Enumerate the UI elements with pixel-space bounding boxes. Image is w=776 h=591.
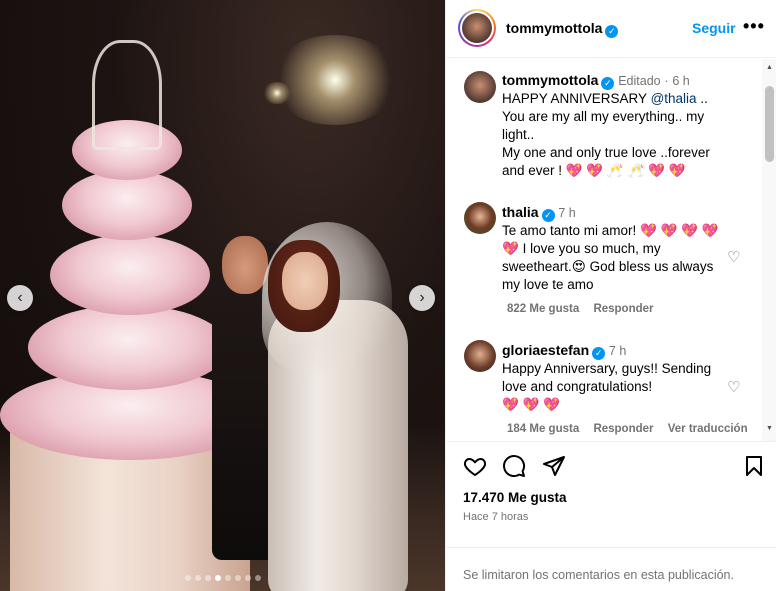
- carousel-dot: [214, 575, 221, 581]
- cake-topper: [92, 40, 162, 150]
- caption-avatar[interactable]: [464, 71, 496, 103]
- like-comment-heart-icon[interactable]: ♡: [727, 248, 743, 266]
- comment-avatar[interactable]: [464, 202, 496, 234]
- comment: gloriaestefan ✓ 7 h Happy Anniversary, gu…: [502, 342, 712, 412]
- caption-username[interactable]: tommymottola: [502, 72, 598, 88]
- reply-button[interactable]: Responder: [593, 423, 653, 435]
- verified-badge-icon: ✓: [541, 209, 555, 222]
- author-avatar[interactable]: [458, 9, 496, 47]
- post-photo: ‹ ›: [0, 0, 445, 591]
- carousel-dot: [254, 575, 261, 581]
- verified-badge-icon: ✓: [592, 347, 606, 360]
- translate-button[interactable]: Ver traducción: [668, 423, 748, 435]
- comment-username[interactable]: thalia: [502, 204, 539, 220]
- carousel-prev-button[interactable]: ‹: [7, 285, 33, 311]
- groom-head: [222, 236, 268, 294]
- light-glow-2: [262, 82, 292, 104]
- cake-tier: [50, 235, 210, 315]
- carousel-dot: [204, 575, 211, 581]
- post-header: tommymottola ✓ Seguir •••: [446, 0, 776, 58]
- caption-line: You are my all my everything.. my light.…: [502, 109, 705, 142]
- chevron-right-icon: ›: [419, 289, 425, 306]
- comment-actions: 184 Me gusta Responder Ver traducción: [507, 423, 759, 435]
- carousel-dot: [244, 575, 251, 581]
- comment-time: 7 h: [608, 344, 627, 358]
- scrollbar-thumb[interactable]: [765, 86, 774, 162]
- reply-button[interactable]: Responder: [593, 303, 653, 315]
- post-sidebar: tommymottola ✓ Seguir ••• tommymottola ✓ E…: [445, 0, 776, 591]
- comment-username[interactable]: gloriaestefan: [502, 342, 589, 358]
- scroll-up-arrow-icon[interactable]: ▲: [765, 64, 774, 71]
- author-username[interactable]: tommymottola: [506, 20, 602, 36]
- like-comment-heart-icon[interactable]: ♡: [727, 378, 743, 396]
- more-options-icon[interactable]: •••: [743, 16, 765, 37]
- chevron-left-icon: ‹: [17, 289, 23, 306]
- caption: tommymottola ✓ Editado · 6 h HAPPY ANNIVE…: [502, 72, 710, 178]
- comment-avatar[interactable]: [464, 340, 496, 372]
- carousel-next-button[interactable]: ›: [409, 285, 435, 311]
- comment-time: 7 h: [558, 206, 576, 220]
- post-time: Hace 7 horas: [463, 511, 529, 523]
- edited-label: Editado: [618, 74, 661, 88]
- light-glow-1: [270, 35, 400, 125]
- caption-emojis: 💖 💖 🥂 🥂 💖 💖: [565, 163, 686, 178]
- comments-list: tommymottola ✓ Editado · 6 h HAPPY ANNIVE…: [446, 59, 776, 441]
- verified-badge-icon: ✓: [605, 25, 619, 38]
- carousel-dot: [234, 575, 241, 581]
- caption-time: 6 h: [672, 74, 690, 88]
- bride-face: [282, 252, 328, 310]
- follow-button[interactable]: Seguir: [692, 20, 736, 36]
- share-paper-plane-icon[interactable]: [542, 454, 568, 480]
- scroll-down-arrow-icon[interactable]: ▼: [765, 425, 774, 432]
- author-name[interactable]: tommymottola ✓: [506, 20, 619, 38]
- mention-link[interactable]: @thalia: [651, 91, 697, 106]
- like-heart-icon[interactable]: [463, 454, 489, 480]
- cake-tier: [28, 305, 228, 390]
- comment-likes[interactable]: 822 Me gusta: [507, 303, 579, 315]
- comments-limited-notice: Se limitaron los comentarios en esta pub…: [446, 547, 776, 591]
- cake-tier: [62, 170, 192, 240]
- comment: thalia ✓ 7 h Te amo tanto mi amor! 💖 💖 💖 …: [502, 204, 719, 292]
- carousel-indicators: [0, 575, 445, 581]
- post-actions-area: 17.470 Me gusta Hace 7 horas Se limitaro…: [446, 441, 776, 591]
- carousel-dot: [184, 575, 191, 581]
- comment-likes[interactable]: 184 Me gusta: [507, 423, 579, 435]
- carousel-dot: [224, 575, 231, 581]
- comment-bubble-icon[interactable]: [502, 454, 528, 480]
- verified-badge-icon: ✓: [601, 77, 615, 90]
- comment-actions: 822 Me gusta Responder: [507, 303, 665, 315]
- save-bookmark-icon[interactable]: [742, 454, 768, 480]
- likes-count[interactable]: 17.470 Me gusta: [463, 490, 567, 505]
- carousel-dot: [194, 575, 201, 581]
